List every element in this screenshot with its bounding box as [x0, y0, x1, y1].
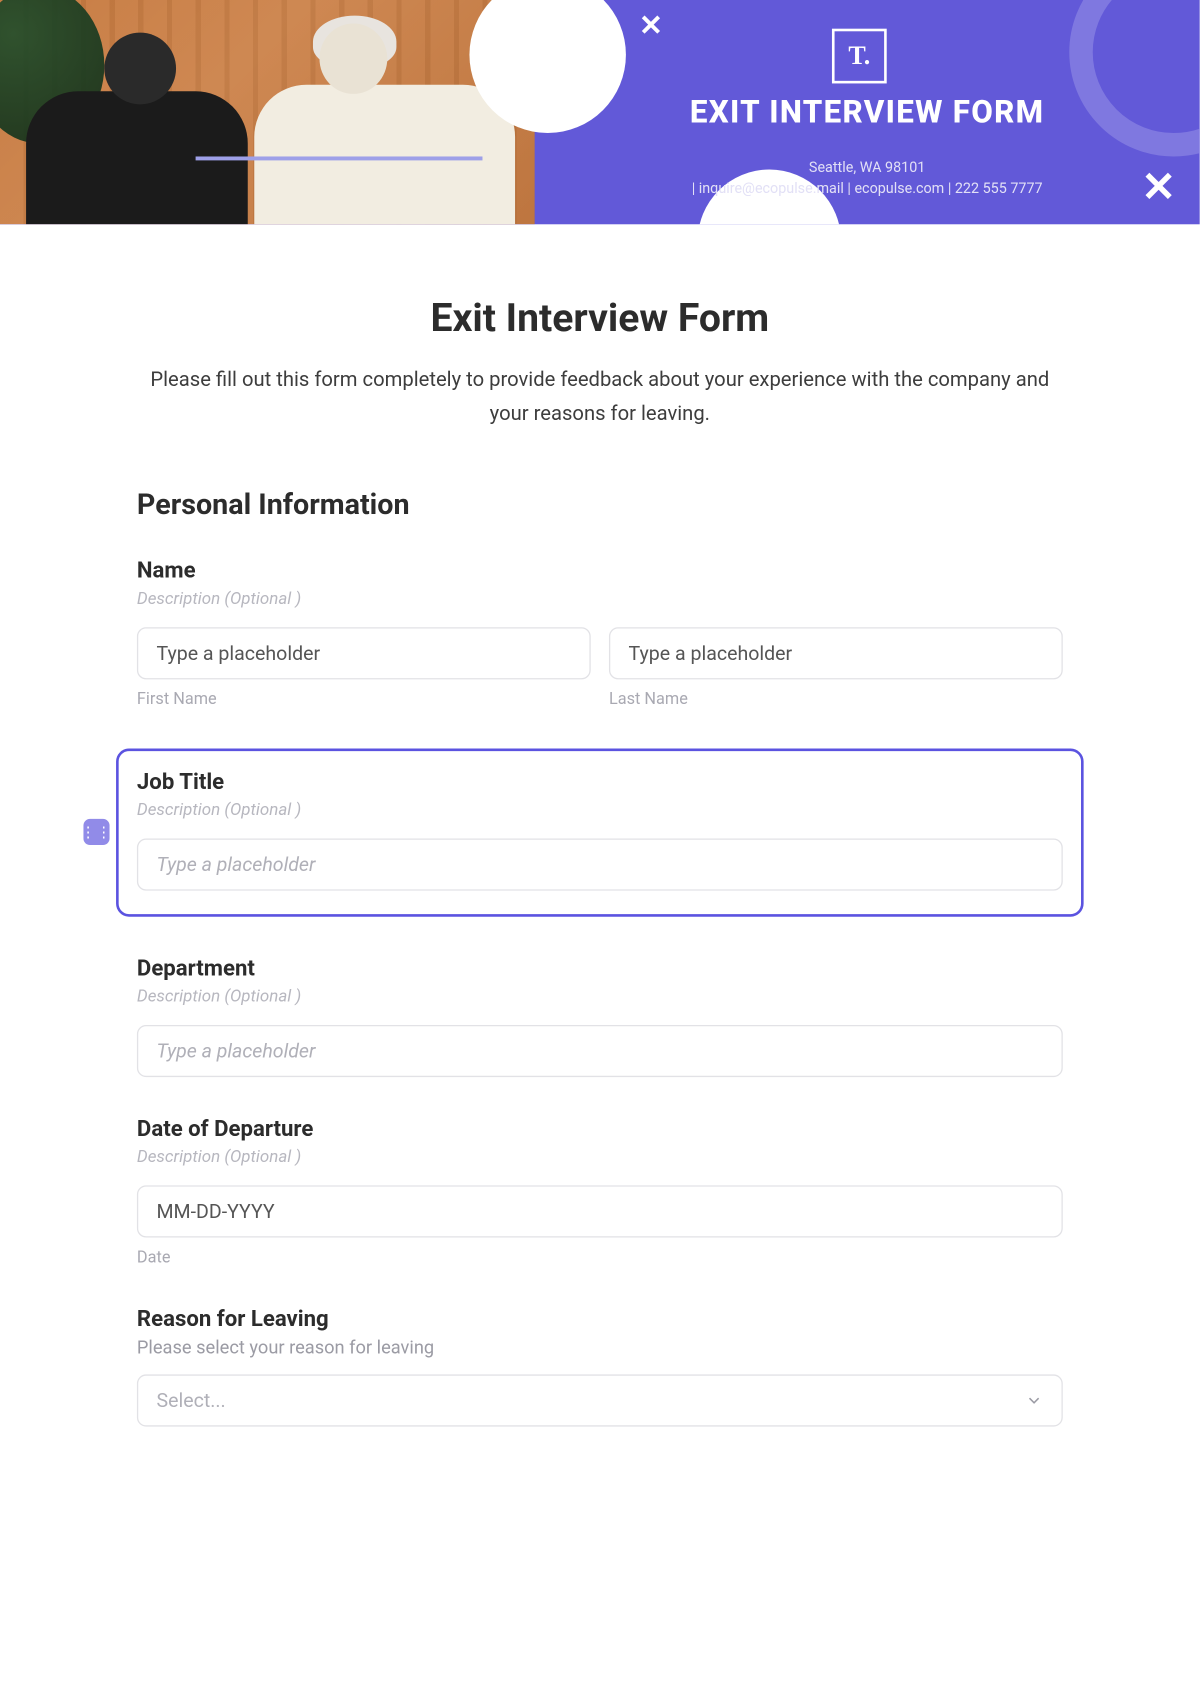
- question-label: Name: [137, 558, 1063, 584]
- question-label: Department: [137, 955, 1063, 981]
- last-name-field[interactable]: [609, 627, 1063, 679]
- first-name-sublabel: First Name: [137, 689, 591, 709]
- reason-select[interactable]: Select...: [137, 1374, 1063, 1426]
- decor-ring: [1069, 0, 1199, 156]
- banner-title: EXIT INTERVIEW FORM: [561, 94, 1174, 131]
- x-icon: ✕: [639, 10, 663, 43]
- question-name: Name Description (Optional ) First Name …: [137, 558, 1063, 709]
- question-department: Department Description (Optional ): [137, 955, 1063, 1076]
- question-job-title[interactable]: ⋮⋮ Job Title Description (Optional ): [116, 748, 1084, 916]
- chevron-down-icon: [1025, 1391, 1043, 1409]
- banner-photo: [0, 0, 535, 224]
- question-subtext: Please select your reason for leaving: [137, 1337, 1063, 1358]
- last-name-sublabel: Last Name: [609, 689, 1063, 709]
- first-name-field[interactable]: [137, 627, 591, 679]
- job-title-field[interactable]: [137, 838, 1063, 890]
- banner: ✕ ✕ T. EXIT INTERVIEW FORM Seattle, WA 9…: [0, 0, 1200, 224]
- question-reason-for-leaving: Reason for Leaving Please select your re…: [137, 1306, 1063, 1426]
- departure-date-field[interactable]: [137, 1185, 1063, 1237]
- brand-logo: T.: [832, 29, 887, 84]
- section-heading-personal: Personal Information: [137, 489, 1063, 522]
- question-description: Description (Optional ): [137, 987, 1063, 1007]
- question-label: Date of Departure: [137, 1116, 1063, 1142]
- date-sublabel: Date: [137, 1248, 1063, 1268]
- drag-handle-icon[interactable]: ⋮⋮: [83, 819, 109, 845]
- page-intro: Please fill out this form completely to …: [137, 363, 1063, 432]
- department-field[interactable]: [137, 1025, 1063, 1077]
- banner-contact: | inquire@ecopulse.mail | ecopulse.com |…: [561, 180, 1174, 197]
- reason-select-value: Select...: [156, 1388, 225, 1411]
- page-title: Exit Interview Form: [137, 296, 1063, 342]
- question-departure-date: Date of Departure Description (Optional …: [137, 1116, 1063, 1267]
- question-description: Description (Optional ): [137, 589, 1063, 609]
- question-description: Description (Optional ): [137, 800, 1063, 820]
- question-label: Job Title: [137, 769, 1063, 795]
- question-description: Description (Optional ): [137, 1147, 1063, 1167]
- question-label: Reason for Leaving: [137, 1306, 1063, 1332]
- banner-address: Seattle, WA 98101: [561, 159, 1174, 176]
